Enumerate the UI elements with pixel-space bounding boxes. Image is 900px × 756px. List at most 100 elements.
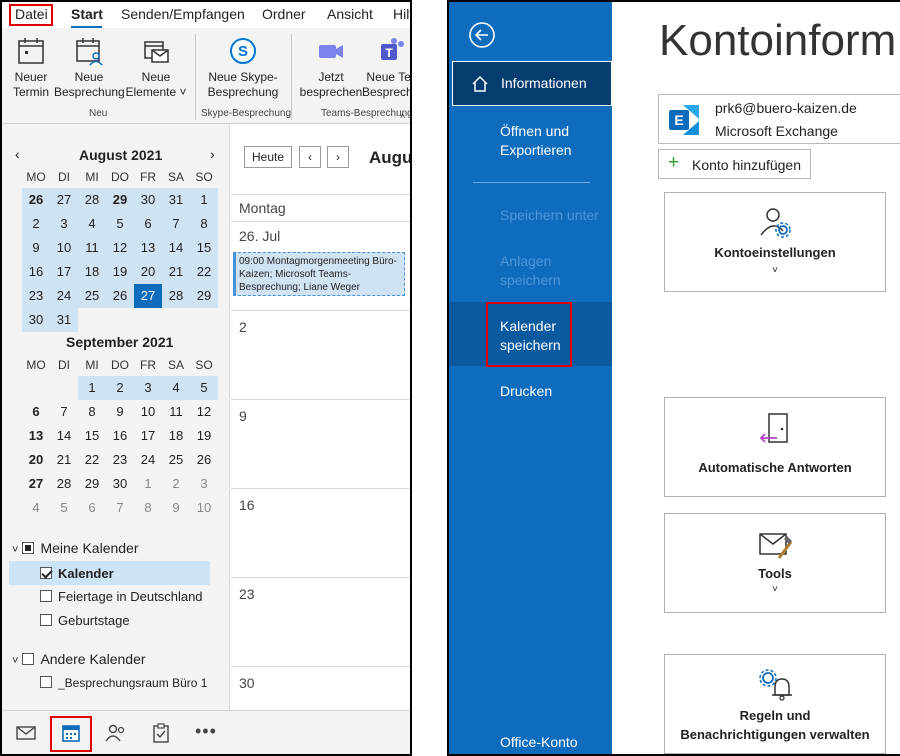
- date-cell[interactable]: 2: [22, 212, 50, 236]
- date-cell[interactable]: 28: [162, 284, 190, 308]
- next-month-icon[interactable]: ›: [210, 146, 215, 162]
- tasks-icon[interactable]: [152, 723, 170, 743]
- group-checkbox[interactable]: [22, 653, 35, 665]
- calendar-item-geburtstage[interactable]: Geburtstage: [40, 613, 130, 628]
- date-cell[interactable]: 1: [190, 188, 218, 212]
- date-cell[interactable]: 14: [50, 424, 78, 448]
- date-cell[interactable]: 30: [134, 188, 162, 212]
- date-cell[interactable]: 28: [50, 472, 78, 496]
- date-cell[interactable]: 16: [106, 424, 134, 448]
- rules-alerts-card[interactable]: Regeln und Benachrichtigungen verwalten: [664, 654, 886, 754]
- date-cell[interactable]: 22: [190, 260, 218, 284]
- date-cell[interactable]: 13: [134, 236, 162, 260]
- tab-start[interactable]: Start: [71, 6, 103, 22]
- today-button[interactable]: Heute: [244, 146, 292, 168]
- sidebar-item-oeffnen-exportieren[interactable]: Öffnen und Exportieren: [500, 122, 572, 160]
- calendar-event[interactable]: 09:00 Montagmorgenmeeting Büro-Kaizen; M…: [233, 252, 405, 296]
- date-cell[interactable]: 15: [78, 424, 106, 448]
- date-cell[interactable]: 27: [22, 472, 50, 496]
- new-teams-meeting-button[interactable]: T Neue TeaBesprechun: [362, 36, 410, 100]
- date-cell[interactable]: 6: [78, 496, 106, 520]
- date-cell[interactable]: 20: [22, 448, 50, 472]
- date-cell[interactable]: 5: [50, 496, 78, 520]
- tools-card[interactable]: Tools ˅: [664, 513, 886, 613]
- date-cell[interactable]: 23: [106, 448, 134, 472]
- date-cell[interactable]: 19: [190, 424, 218, 448]
- date-cell[interactable]: 8: [134, 496, 162, 520]
- date-cell[interactable]: 8: [190, 212, 218, 236]
- date-cell[interactable]: 14: [162, 236, 190, 260]
- back-arrow-icon[interactable]: [468, 21, 496, 49]
- mail-icon[interactable]: [16, 723, 36, 743]
- date-cell[interactable]: 31: [50, 308, 78, 332]
- calendar-item-besprechungsraum[interactable]: _Besprechungsraum Büro 1: [40, 676, 207, 690]
- checkbox-kalender[interactable]: [40, 567, 52, 579]
- tab-ordner[interactable]: Ordner: [262, 6, 306, 22]
- tab-hilfe[interactable]: Hilf: [393, 6, 410, 22]
- account-settings-card[interactable]: Kontoeinstellungen ˅: [664, 192, 886, 292]
- date-cell[interactable]: 28: [78, 188, 106, 212]
- date-cell[interactable]: 6: [22, 400, 50, 424]
- date-cell[interactable]: 5: [190, 376, 218, 400]
- date-cell[interactable]: 4: [22, 496, 50, 520]
- other-calendars-header[interactable]: ˅ Andere Kalender: [12, 651, 146, 667]
- new-meeting-button[interactable]: Neue Besprechung: [54, 36, 125, 100]
- date-cell[interactable]: 9: [162, 496, 190, 520]
- date-cell[interactable]: 2: [162, 472, 190, 496]
- date-cell[interactable]: 9: [106, 400, 134, 424]
- date-cell[interactable]: 31: [162, 188, 190, 212]
- next-button[interactable]: ›: [327, 146, 349, 168]
- date-cell[interactable]: 29: [78, 472, 106, 496]
- calendar-item-feiertage[interactable]: Feiertage in Deutschland: [40, 589, 203, 604]
- more-icon[interactable]: •••: [195, 721, 217, 742]
- new-items-button[interactable]: Neue Elemente ˅: [124, 36, 188, 100]
- date-cell[interactable]: 17: [50, 260, 78, 284]
- date-cell[interactable]: 26: [106, 284, 134, 308]
- date-cell[interactable]: 11: [78, 236, 106, 260]
- date-cell[interactable]: 9: [22, 236, 50, 260]
- checkbox-besprechungsraum[interactable]: [40, 676, 52, 688]
- date-cell[interactable]: 7: [50, 400, 78, 424]
- sidebar-item-drucken[interactable]: Drucken: [500, 382, 552, 401]
- sidebar-item-office-konto[interactable]: Office-Konto: [500, 733, 578, 752]
- previous-button[interactable]: ‹: [299, 146, 321, 168]
- new-appointment-button[interactable]: Neuer Termin: [8, 36, 54, 100]
- account-selector[interactable]: E prk6@buero-kaizen.de Microsoft Exchang…: [658, 94, 900, 144]
- date-cell[interactable]: 23: [22, 284, 50, 308]
- date-cell[interactable]: 27: [50, 188, 78, 212]
- date-cell[interactable]: 30: [22, 308, 50, 332]
- date-cell[interactable]: 22: [78, 448, 106, 472]
- meet-now-button[interactable]: Jetzt besprechen: [298, 36, 364, 100]
- my-calendars-header[interactable]: ˅ Meine Kalender: [12, 540, 139, 556]
- date-cell[interactable]: 10: [50, 236, 78, 260]
- date-cell[interactable]: 4: [162, 376, 190, 400]
- date-cell[interactable]: 16: [22, 260, 50, 284]
- date-cell[interactable]: 3: [190, 472, 218, 496]
- date-cell[interactable]: 3: [50, 212, 78, 236]
- checkbox-feiertage[interactable]: [40, 590, 52, 602]
- date-cell[interactable]: 18: [162, 424, 190, 448]
- date-cell[interactable]: 13: [22, 424, 50, 448]
- date-cell[interactable]: 10: [134, 400, 162, 424]
- date-cell[interactable]: 30: [106, 472, 134, 496]
- tab-senden-empfangen[interactable]: Senden/Empfangen: [121, 6, 245, 22]
- people-icon[interactable]: [105, 723, 127, 743]
- date-cell[interactable]: 26: [190, 448, 218, 472]
- calendar-item-kalender[interactable]: Kalender: [40, 566, 114, 581]
- add-account-button[interactable]: + Konto hinzufügen: [658, 149, 811, 179]
- date-cell[interactable]: 12: [106, 236, 134, 260]
- date-cell[interactable]: 24: [134, 448, 162, 472]
- previous-month-icon[interactable]: ‹: [15, 146, 20, 162]
- date-cell[interactable]: 11: [162, 400, 190, 424]
- date-cell[interactable]: 5: [106, 212, 134, 236]
- date-cell[interactable]: 10: [190, 496, 218, 520]
- date-cell[interactable]: 4: [78, 212, 106, 236]
- date-cell[interactable]: 7: [106, 496, 134, 520]
- automatic-replies-card[interactable]: Automatische Antworten: [664, 397, 886, 497]
- date-cell[interactable]: 3: [134, 376, 162, 400]
- date-cell[interactable]: 8: [78, 400, 106, 424]
- date-cell[interactable]: 29: [106, 188, 134, 212]
- date-cell[interactable]: 27: [134, 284, 162, 308]
- date-cell[interactable]: 2: [106, 376, 134, 400]
- date-cell[interactable]: 6: [134, 212, 162, 236]
